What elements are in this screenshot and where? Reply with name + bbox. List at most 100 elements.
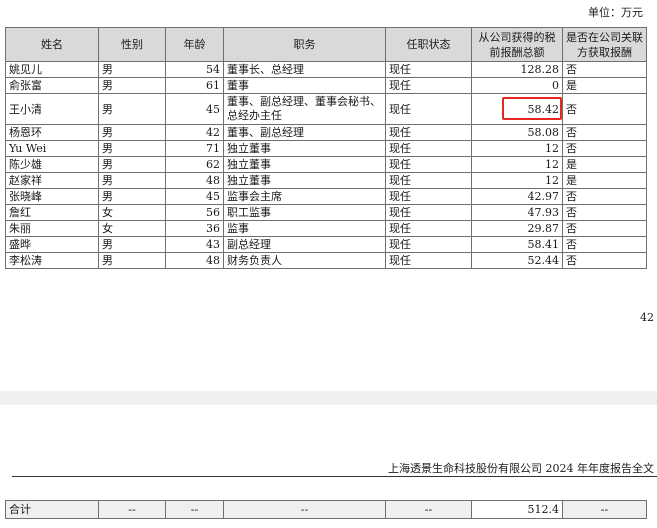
cell-status: 现任 xyxy=(385,252,472,269)
cell-position: 独立董事 xyxy=(223,156,386,173)
cell-pay: 0 xyxy=(471,77,563,94)
cell-pay: 12 xyxy=(471,172,563,189)
cell-pay: 58.08 xyxy=(471,124,563,141)
cell-position: 财务负责人 xyxy=(223,252,386,269)
cell-pay: 29.87 xyxy=(471,220,563,237)
cell-age: 48 xyxy=(165,172,224,189)
cell-related: 是 xyxy=(562,156,647,173)
cell-position: 独立董事 xyxy=(223,140,386,157)
cell-status: 现任 xyxy=(385,140,472,157)
cell-name: 陈少雄 xyxy=(5,156,99,173)
cell-related: 否 xyxy=(562,252,647,269)
cell-related: 是 xyxy=(562,77,647,94)
cell-related: 否 xyxy=(562,93,647,125)
header-position: 职务 xyxy=(223,27,386,62)
cell-name: 詹红 xyxy=(5,204,99,221)
cell-age: 48 xyxy=(165,252,224,269)
table-row: 詹红女 56 职工监事 现任 47.93 否 xyxy=(5,204,647,221)
total-age: -- xyxy=(165,500,224,519)
unit-label: 单位：万元 xyxy=(588,6,643,19)
report-footer: 上海透景生命科技股份有限公司 2024 年年度报告全文 xyxy=(388,462,654,475)
table-row: 李松涛男 48 财务负责人 现任 52.44 否 xyxy=(5,252,647,269)
cell-pay: 58.41 xyxy=(471,236,563,253)
cell-name: 杨恩环 xyxy=(5,124,99,141)
table-row: 朱丽女 36 监事 现任 29.87 否 xyxy=(5,220,647,237)
cell-gender: 男 xyxy=(98,77,166,94)
cell-gender: 男 xyxy=(98,93,166,125)
table-row: Yu Wei 男 71 独立董事 现任 12 否 xyxy=(5,140,647,157)
cell-gender: 男 xyxy=(98,236,166,253)
cell-name: Yu Wei xyxy=(5,140,99,157)
cell-related: 是 xyxy=(562,172,647,189)
total-table: 合计 -- -- -- -- 512.4 -- xyxy=(5,500,647,519)
total-position: -- xyxy=(223,500,386,519)
cell-position: 副总经理 xyxy=(223,236,386,253)
table-row: 盛晔男 43 副总经理 现任 58.41 否 xyxy=(5,236,647,253)
total-gender: -- xyxy=(98,500,166,519)
page-break xyxy=(0,391,657,405)
cell-name: 张晓峰 xyxy=(5,188,99,205)
cell-status: 现任 xyxy=(385,188,472,205)
cell-status: 现任 xyxy=(385,93,472,125)
cell-age: 54 xyxy=(165,61,224,78)
header-related: 是否在公司关联方获取报酬 xyxy=(562,27,647,62)
cell-age: 36 xyxy=(165,220,224,237)
footer-divider xyxy=(12,476,657,477)
table-row: 杨恩环男 42 董事、副总经理 现任 58.08 否 xyxy=(5,124,647,141)
cell-name: 俞张富 xyxy=(5,77,99,94)
cell-position: 董事长、总经理 xyxy=(223,61,386,78)
header-name: 姓名 xyxy=(5,27,99,62)
cell-name: 赵家祥 xyxy=(5,172,99,189)
header-age: 年龄 xyxy=(165,27,224,62)
cell-age: 61 xyxy=(165,77,224,94)
cell-age: 42 xyxy=(165,124,224,141)
table-row: 俞张富男 61 董事 现任 0 是 xyxy=(5,77,647,94)
cell-gender: 男 xyxy=(98,188,166,205)
cell-status: 现任 xyxy=(385,172,472,189)
cell-age: 71 xyxy=(165,140,224,157)
cell-age: 45 xyxy=(165,93,224,125)
cell-related: 否 xyxy=(562,124,647,141)
cell-name: 姚见儿 xyxy=(5,61,99,78)
table-header-row: 姓名 性别 年龄 职务 任职状态 从公司获得的税前报酬总额 是否在公司关联方获取… xyxy=(5,27,647,62)
cell-status: 现任 xyxy=(385,236,472,253)
cell-gender: 女 xyxy=(98,220,166,237)
cell-name: 朱丽 xyxy=(5,220,99,237)
cell-related: 否 xyxy=(562,204,647,221)
cell-gender: 男 xyxy=(98,156,166,173)
header-gender: 性别 xyxy=(98,27,166,62)
cell-name: 李松涛 xyxy=(5,252,99,269)
total-pay: 512.4 xyxy=(471,500,563,519)
table-row: 张晓峰男 45 监事会主席 现任 42.97 否 xyxy=(5,188,647,205)
cell-status: 现任 xyxy=(385,124,472,141)
cell-gender: 男 xyxy=(98,172,166,189)
cell-name: 王小清 xyxy=(5,93,99,125)
cell-position: 独立董事 xyxy=(223,172,386,189)
cell-related: 否 xyxy=(562,236,647,253)
table-row: 姚见儿男 54 董事长、总经理 现任 128.28 否 xyxy=(5,61,647,78)
total-status: -- xyxy=(385,500,472,519)
cell-related: 否 xyxy=(562,220,647,237)
highlight-box xyxy=(502,97,562,120)
cell-gender: 男 xyxy=(98,124,166,141)
cell-age: 56 xyxy=(165,204,224,221)
compensation-table: 姓名 性别 年龄 职务 任职状态 从公司获得的税前报酬总额 是否在公司关联方获取… xyxy=(5,27,647,269)
total-label: 合计 xyxy=(5,500,99,519)
cell-position: 董事、副总经理、董事会秘书、总经办主任 xyxy=(223,93,386,125)
cell-pay: 12 xyxy=(471,140,563,157)
cell-pay: 52.44 xyxy=(471,252,563,269)
cell-status: 现任 xyxy=(385,156,472,173)
cell-position: 董事、副总经理 xyxy=(223,124,386,141)
table-row: 赵家祥男 48 独立董事 现任 12 是 xyxy=(5,172,647,189)
cell-gender: 男 xyxy=(98,252,166,269)
page-number: 42 xyxy=(640,311,654,324)
cell-status: 现任 xyxy=(385,204,472,221)
cell-status: 现任 xyxy=(385,77,472,94)
cell-name: 盛晔 xyxy=(5,236,99,253)
cell-position: 监事会主席 xyxy=(223,188,386,205)
cell-gender: 女 xyxy=(98,204,166,221)
cell-status: 现任 xyxy=(385,220,472,237)
header-status: 任职状态 xyxy=(385,27,472,62)
total-row: 合计 -- -- -- -- 512.4 -- xyxy=(5,500,647,519)
cell-pay: 12 xyxy=(471,156,563,173)
